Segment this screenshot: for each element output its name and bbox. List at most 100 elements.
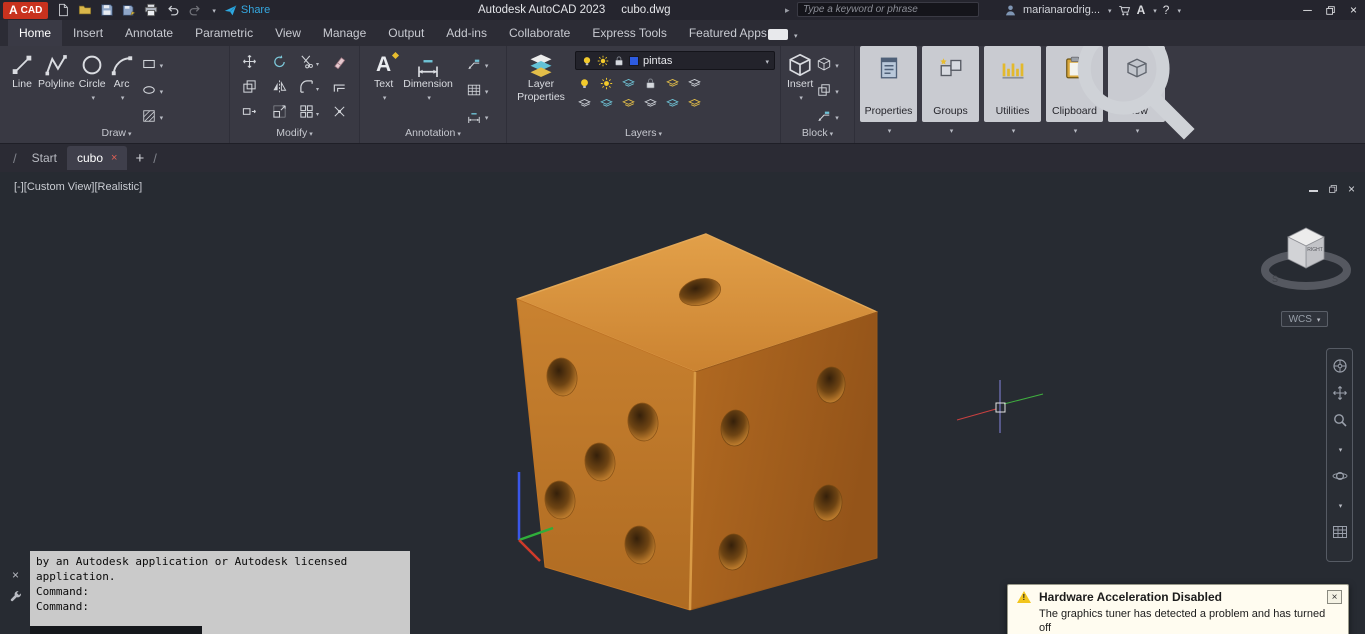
properties-panel-expander[interactable]: [886, 120, 892, 137]
redo-button[interactable]: [188, 3, 202, 17]
viewport-controls-label[interactable]: [-][Custom View][Realistic]: [14, 181, 142, 193]
layer-properties-button[interactable]: Layer Properties: [511, 49, 571, 126]
dimension-style-button[interactable]: [467, 107, 489, 125]
ribbon-tab-output[interactable]: Output: [377, 20, 435, 46]
quick-access-customize-button[interactable]: [210, 4, 216, 16]
zoom-flyout-caret[interactable]: [1337, 439, 1343, 457]
file-tab-cubo[interactable]: cubo ×: [66, 146, 128, 170]
zoom-icon[interactable]: [1332, 412, 1348, 428]
rotate-button[interactable]: [272, 54, 287, 69]
minimize-window-button[interactable]: ─: [1296, 0, 1319, 20]
annotation-panel-label[interactable]: Annotation: [360, 126, 506, 143]
search-icon[interactable]: [983, 3, 996, 16]
layer-walk-icon[interactable]: [578, 97, 591, 110]
groups-panel-expander[interactable]: [948, 120, 954, 137]
autocad-app-menu-button[interactable]: A CAD: [3, 1, 49, 19]
ribbon-tab-annotate[interactable]: Annotate: [114, 20, 184, 46]
command-input-bar[interactable]: [30, 626, 202, 634]
circle-button[interactable]: Circle: [77, 49, 108, 126]
fillet-button[interactable]: [299, 78, 319, 96]
file-tab-start[interactable]: Start: [22, 146, 67, 170]
layer-freeze-icon[interactable]: [622, 77, 635, 90]
move-button[interactable]: [242, 54, 257, 69]
plot-button[interactable]: [144, 3, 158, 17]
layer-match-icon[interactable]: [666, 77, 679, 90]
properties-button[interactable]: Properties: [860, 46, 917, 122]
layer-freeze-vp-icon[interactable]: [600, 97, 613, 110]
signed-in-user-button[interactable]: marianarodrig...: [1023, 4, 1100, 16]
restore-window-button[interactable]: [1319, 0, 1342, 20]
open-file-button[interactable]: [78, 3, 92, 17]
offset-button[interactable]: [332, 79, 347, 94]
viewport-close-button[interactable]: ×: [1348, 182, 1355, 196]
text-button[interactable]: A Text: [372, 49, 400, 126]
insert-block-button[interactable]: Insert: [785, 49, 815, 126]
ribbon-tab-parametric[interactable]: Parametric: [184, 20, 264, 46]
ribbon-tab-addins[interactable]: Add-ins: [435, 20, 498, 46]
layer-off-icon[interactable]: [578, 77, 591, 90]
block-panel-label[interactable]: Block: [781, 126, 854, 143]
write-block-button[interactable]: [817, 81, 839, 99]
ribbon-tab-view[interactable]: View: [264, 20, 312, 46]
layer-delete-icon[interactable]: [644, 97, 657, 110]
layer-dropdown-caret[interactable]: [763, 55, 769, 67]
pan-icon[interactable]: [1332, 385, 1348, 401]
leader-button[interactable]: [467, 55, 489, 73]
viewport-restore-button[interactable]: [1328, 184, 1338, 194]
close-tab-icon[interactable]: ×: [111, 152, 117, 164]
ribbon-tab-manage[interactable]: Manage: [312, 20, 377, 46]
table-button[interactable]: [467, 81, 489, 99]
layer-dropdown[interactable]: pintas: [575, 51, 775, 70]
help-caret[interactable]: [1175, 4, 1181, 16]
autodesk-app-caret[interactable]: [1151, 4, 1157, 16]
layer-merge-icon[interactable]: [622, 97, 635, 110]
viewport-minimize-button[interactable]: [1308, 190, 1318, 192]
undo-button[interactable]: [166, 3, 180, 17]
layer-isolate-icon[interactable]: [600, 77, 613, 90]
layer-previous-icon[interactable]: [666, 97, 679, 110]
autodesk-app-button[interactable]: A: [1137, 3, 1146, 17]
user-menu-caret[interactable]: [1106, 4, 1112, 16]
scale-button[interactable]: [272, 104, 287, 119]
ribbon-display-toggle[interactable]: [768, 27, 798, 41]
block-attributes-button[interactable]: [817, 107, 839, 125]
layer-state-icon[interactable]: [688, 97, 701, 110]
layers-panel-label[interactable]: Layers: [507, 126, 780, 143]
new-file-button[interactable]: [56, 3, 70, 17]
explode-button[interactable]: [332, 104, 347, 119]
erase-button[interactable]: [332, 54, 347, 69]
help-button[interactable]: ?: [1163, 3, 1170, 17]
dimension-button[interactable]: Dimension: [401, 49, 455, 126]
command-window-customize-icon[interactable]: [9, 590, 22, 603]
trim-button[interactable]: [299, 53, 319, 71]
hatch-button[interactable]: [142, 107, 164, 125]
search-input[interactable]: [797, 2, 979, 17]
layer-lock-icon[interactable]: [644, 77, 657, 90]
new-tab-button[interactable]: +: [135, 150, 144, 167]
ribbon-tab-express-tools[interactable]: Express Tools: [581, 20, 677, 46]
ribbon-tab-home[interactable]: Home: [8, 20, 63, 46]
search-scope-arrow[interactable]: ▸: [785, 0, 790, 20]
ellipse-button[interactable]: [142, 81, 164, 99]
close-window-button[interactable]: ×: [1342, 0, 1365, 20]
create-block-button[interactable]: [817, 55, 839, 73]
steering-wheel-icon[interactable]: [1332, 358, 1348, 374]
arc-button[interactable]: Arc: [108, 49, 136, 126]
viewcube-compass-south[interactable]: S: [1272, 274, 1278, 284]
mirror-button[interactable]: [272, 79, 287, 94]
line-button[interactable]: Line: [8, 49, 36, 126]
ribbon-tab-featured-apps[interactable]: Featured Apps: [678, 20, 778, 46]
dice-3d-model[interactable]: [516, 233, 878, 611]
wcs-dropdown[interactable]: WCS: [1281, 311, 1328, 327]
show-motion-icon[interactable]: [1332, 524, 1348, 540]
command-window[interactable]: by an Autodesk application or Autodesk l…: [30, 551, 410, 634]
ribbon-tab-insert[interactable]: Insert: [62, 20, 114, 46]
stretch-button[interactable]: [242, 104, 257, 119]
save-as-button[interactable]: [122, 3, 136, 17]
draw-panel-label[interactable]: Draw: [4, 126, 229, 143]
orbit-flyout-caret[interactable]: [1337, 495, 1343, 513]
layer-unisolate-icon[interactable]: [688, 77, 701, 90]
polyline-button[interactable]: Polyline: [36, 49, 77, 126]
orbit-icon[interactable]: [1332, 468, 1348, 484]
viewcube[interactable]: RIGHT S: [1256, 216, 1356, 300]
